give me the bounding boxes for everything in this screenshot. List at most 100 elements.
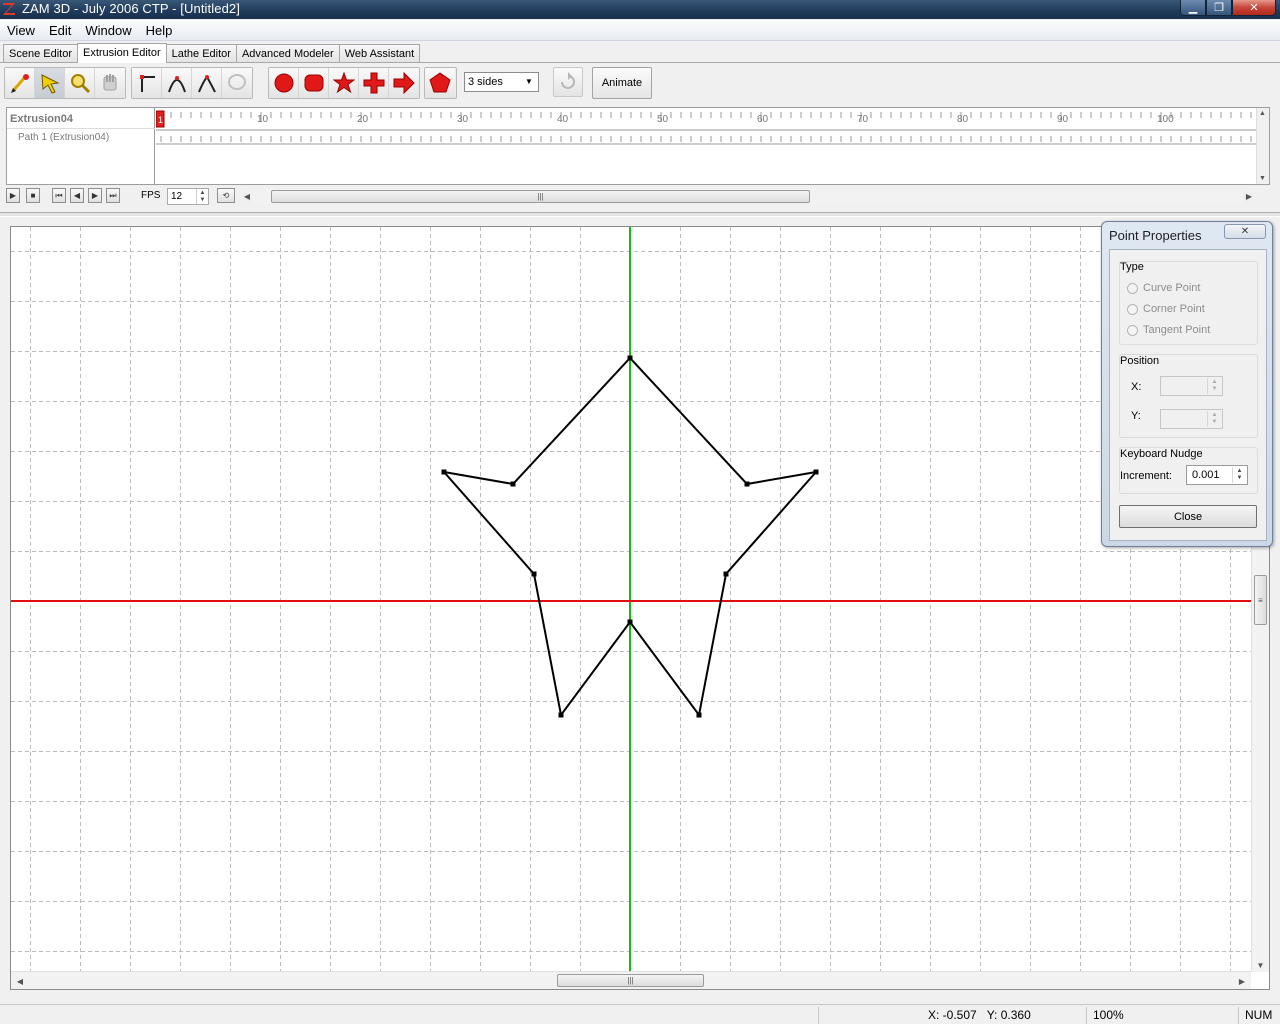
first-frame-icon[interactable]: ⏮ [52,188,66,203]
cross-shape-icon[interactable] [359,68,389,98]
tab-advanced-modeler[interactable]: Advanced Modeler [235,44,340,63]
tab-scene-editor[interactable]: Scene Editor [3,44,78,63]
menu-bar: View Edit Window Help [0,20,1280,41]
path-point-handle[interactable] [558,712,564,718]
editor-tabs: Scene Editor Extrusion Editor Lathe Edit… [0,43,421,63]
tangent-point-icon[interactable] [192,68,222,98]
path-point-handle[interactable] [723,571,729,577]
spin-arrows-icon[interactable]: ▲ ▼ [1207,411,1221,427]
ruler-label: 90 [1057,114,1069,125]
timeline-vertical-scrollbar[interactable]: ▲ ▼ [1256,108,1269,184]
scroll-right-icon[interactable]: ▶ [1235,974,1249,988]
select-arrow-icon[interactable] [35,68,65,98]
timeline-separator [7,128,155,129]
animate-button[interactable]: Animate [592,67,652,99]
y-position-field[interactable]: ▲ ▼ [1160,409,1223,429]
menu-view[interactable]: View [0,20,42,41]
ruler-label: 10 [257,114,269,125]
fps-label: FPS [141,190,161,201]
spin-arrows-icon[interactable]: ▲ ▼ [1232,467,1246,483]
path-point-handle[interactable] [627,355,633,361]
toolbar: 3 sides ▼ Animate [0,63,1280,103]
spin-arrows-icon[interactable]: ▲ ▼ [1207,378,1221,394]
scroll-thumb[interactable]: ≡ [1254,575,1267,625]
tab-web-assistant[interactable]: Web Assistant [338,44,421,63]
splitter[interactable] [0,212,1280,217]
polygon-tool-group [424,67,457,99]
stop-icon[interactable]: ■ [26,188,40,203]
path-point-handle[interactable] [441,469,447,475]
ruler-label: 60 [757,114,769,125]
panel-title[interactable]: Point Properties [1109,228,1202,243]
scroll-right-icon[interactable]: ▶ [1243,189,1255,204]
timeline-track-name[interactable]: Extrusion04 [10,113,73,125]
minimize-icon[interactable]: ▁ [1180,0,1206,16]
close-icon[interactable]: ✕ [1232,0,1276,16]
rounded-rect-shape-icon[interactable] [299,68,329,98]
scroll-down-icon[interactable]: ▼ [1252,958,1269,972]
zoom-magnifier-icon[interactable] [65,68,95,98]
ruler-label: 100 [1157,114,1174,125]
scroll-left-icon[interactable]: ◀ [241,189,253,204]
position-label: Position [1120,355,1160,367]
menu-edit[interactable]: Edit [42,20,78,41]
title-bar: ZAM 3D - July 2006 CTP - [Untitled2] ▁ ❐… [0,0,1280,19]
x-position-field[interactable]: ▲ ▼ [1160,376,1223,396]
path-point-handle[interactable] [531,571,537,577]
close-icon[interactable]: ✕ [1224,224,1266,239]
arrow-shape-icon[interactable] [389,68,419,98]
path-point-handle[interactable] [627,619,633,625]
fps-stepper[interactable]: 12 ▲ ▼ [167,188,209,205]
drawing-area[interactable] [11,227,1251,972]
scroll-down-icon[interactable]: ▼ [1259,175,1266,182]
window-controls: ▁ ❐ ✕ [1180,0,1276,17]
scroll-left-icon[interactable]: ◀ [13,974,27,988]
add-point-pen-icon[interactable] [5,68,35,98]
curve-point-icon[interactable] [162,68,192,98]
radio-curve-point[interactable]: Curve Point [1127,282,1200,294]
ruler-label: 20 [357,114,369,125]
last-frame-icon[interactable]: ⏭ [106,188,120,203]
menu-window[interactable]: Window [78,20,138,41]
increment-stepper[interactable]: 0.001 ▲ ▼ [1186,465,1248,485]
canvas-horizontal-scrollbar[interactable]: ◀ ||| ▶ [11,971,1251,989]
radio-corner-point[interactable]: Corner Point [1127,303,1205,315]
path-point-handle[interactable] [510,481,516,487]
increment-label: Increment: [1120,470,1172,482]
timeline-path-name[interactable]: Path 1 (Extrusion04) [18,132,109,143]
radio-label: Tangent Point [1143,324,1211,336]
radio-tangent-point[interactable]: Tangent Point [1127,324,1210,336]
extrusion-canvas[interactable]: ▲ ≡ ▼ ◀ ||| ▶ [10,226,1270,990]
tab-lathe-editor[interactable]: Lathe Editor [165,44,237,63]
timeline-ruler[interactable]: 10203040506070809010011 [156,108,1256,184]
menu-help[interactable]: Help [139,20,180,41]
scroll-thumb[interactable]: ||| [271,190,810,203]
play-icon[interactable]: ▶ [6,188,20,203]
type-label: Type [1120,261,1144,273]
corner-point-icon[interactable] [132,68,162,98]
circle-shape-icon[interactable] [269,68,299,98]
scroll-thumb[interactable]: ||| [557,974,704,987]
tab-extrusion-editor[interactable]: Extrusion Editor [76,43,167,63]
prev-frame-icon[interactable]: ◀ [70,188,84,203]
window-title: ZAM 3D - July 2006 CTP - [Untitled2] [22,1,240,16]
maximize-icon[interactable]: ❐ [1206,0,1232,16]
lasso-icon[interactable] [222,68,252,98]
spin-arrows-icon[interactable]: ▲ ▼ [196,189,208,204]
path-point-handle[interactable] [813,469,819,475]
status-x-coord: X: -0.507 [928,1008,977,1022]
pan-hand-icon[interactable] [95,68,125,98]
path-point-handle[interactable] [744,481,750,487]
scroll-track[interactable]: ||| [253,189,1243,204]
sides-dropdown[interactable]: 3 sides ▼ [464,72,539,92]
star-shape-icon[interactable] [329,68,359,98]
radio-icon [1127,282,1138,294]
timeline-horizontal-scrollbar[interactable]: ◀ ||| ▶ [241,189,1255,204]
scroll-up-icon[interactable]: ▲ [1259,110,1266,117]
undo-refresh-icon[interactable] [553,67,583,97]
close-button[interactable]: Close [1119,505,1257,528]
loop-icon[interactable]: ⟲ [217,188,235,203]
next-frame-icon[interactable]: ▶ [88,188,102,203]
path-point-handle[interactable] [696,712,702,718]
polygon-shape-icon[interactable] [425,68,455,98]
